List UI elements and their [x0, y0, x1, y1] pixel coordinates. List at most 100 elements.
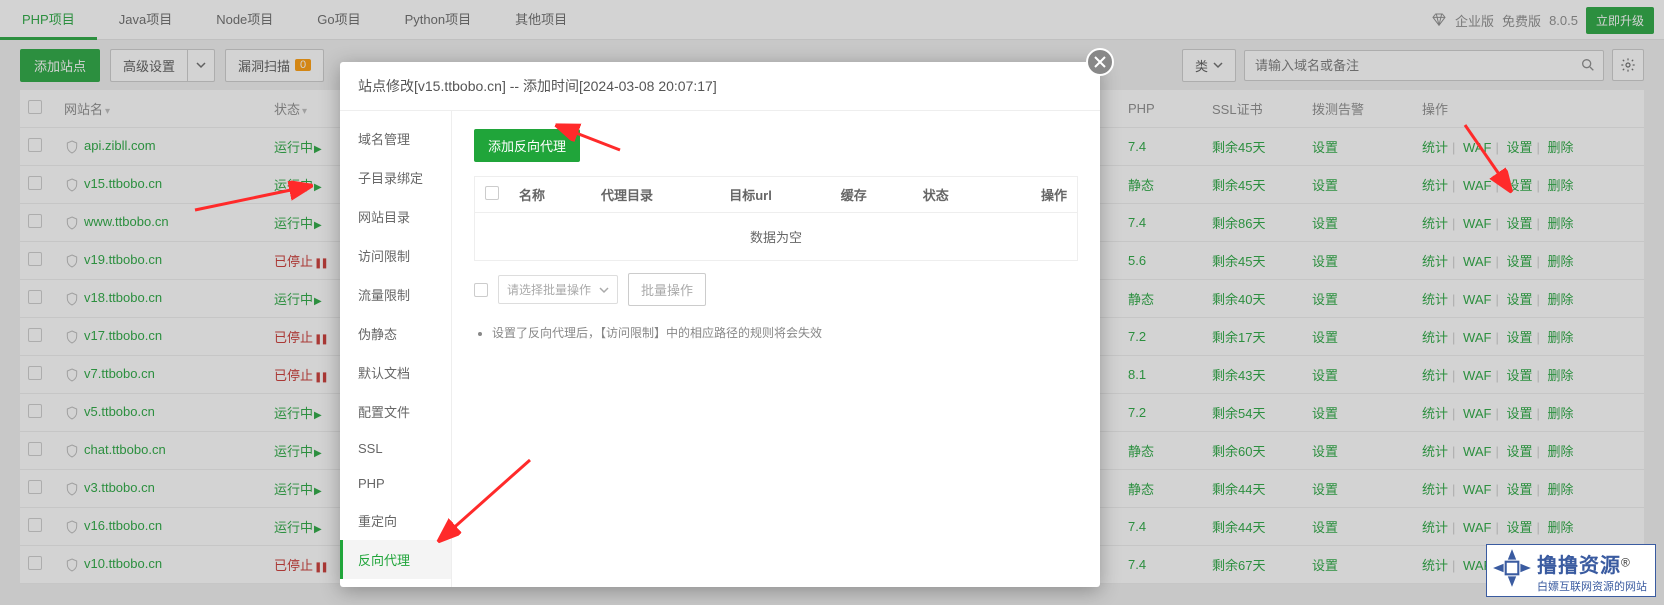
- alert-link[interactable]: 设置: [1312, 216, 1338, 231]
- add-site-button[interactable]: 添加站点: [20, 49, 100, 82]
- action-waf[interactable]: WAF: [1463, 368, 1491, 383]
- php-version-link[interactable]: 静态: [1128, 178, 1154, 193]
- status-text[interactable]: 已停止❚❚: [274, 558, 327, 573]
- action-waf[interactable]: WAF: [1463, 444, 1491, 459]
- vulnerability-scan-button[interactable]: 漏洞扫描 0: [225, 49, 324, 82]
- ssl-info-link[interactable]: 剩余40天: [1212, 292, 1265, 307]
- ssl-info-link[interactable]: 剩余44天: [1212, 520, 1265, 535]
- status-text[interactable]: 已停止❚❚: [274, 254, 327, 269]
- top-tab-1[interactable]: Java项目: [97, 0, 194, 40]
- category-filter-button[interactable]: 类: [1182, 49, 1236, 82]
- action-stat[interactable]: 统计: [1422, 520, 1448, 535]
- status-text[interactable]: 已停止❚❚: [274, 330, 327, 345]
- php-version-link[interactable]: 7.2: [1128, 405, 1146, 420]
- bulk-action-button[interactable]: 批量操作: [628, 273, 706, 306]
- upgrade-button[interactable]: 立即升级: [1586, 7, 1654, 34]
- action-stat[interactable]: 统计: [1422, 178, 1448, 193]
- status-text[interactable]: 运行中▶: [274, 216, 322, 231]
- top-tab-2[interactable]: Node项目: [194, 0, 295, 40]
- action-set[interactable]: 设置: [1506, 406, 1532, 421]
- sidebar-item-6[interactable]: 默认文档: [340, 353, 451, 392]
- settings-gear-button[interactable]: [1612, 49, 1644, 81]
- ssl-info-link[interactable]: 剩余44天: [1212, 482, 1265, 497]
- alert-link[interactable]: 设置: [1312, 368, 1338, 383]
- action-set[interactable]: 设置: [1506, 444, 1532, 459]
- top-tab-4[interactable]: Python项目: [383, 0, 493, 40]
- search-icon[interactable]: [1580, 57, 1596, 73]
- sidebar-item-2[interactable]: 网站目录: [340, 197, 451, 236]
- site-name-link[interactable]: v17.ttbobo.cn: [84, 328, 162, 343]
- php-version-link[interactable]: 7.4: [1128, 519, 1146, 534]
- alert-link[interactable]: 设置: [1312, 520, 1338, 535]
- action-set[interactable]: 设置: [1506, 520, 1532, 535]
- php-version-link[interactable]: 7.4: [1128, 557, 1146, 572]
- sidebar-item-5[interactable]: 伪静态: [340, 314, 451, 353]
- site-name-link[interactable]: v7.ttbobo.cn: [84, 366, 155, 381]
- ssl-info-link[interactable]: 剩余54天: [1212, 406, 1265, 421]
- action-del[interactable]: 删除: [1547, 178, 1573, 193]
- site-name-link[interactable]: v10.ttbobo.cn: [84, 556, 162, 571]
- action-del[interactable]: 删除: [1547, 140, 1573, 155]
- ssl-info-link[interactable]: 剩余45天: [1212, 254, 1265, 269]
- sidebar-item-7[interactable]: 配置文件: [340, 392, 451, 431]
- alert-link[interactable]: 设置: [1312, 140, 1338, 155]
- action-stat[interactable]: 统计: [1422, 406, 1448, 421]
- action-del[interactable]: 删除: [1547, 444, 1573, 459]
- row-checkbox[interactable]: [28, 480, 42, 494]
- action-del[interactable]: 删除: [1547, 216, 1573, 231]
- action-stat[interactable]: 统计: [1422, 482, 1448, 497]
- php-version-link[interactable]: 静态: [1128, 292, 1154, 307]
- row-checkbox[interactable]: [28, 328, 42, 342]
- status-text[interactable]: 运行中▶: [274, 292, 322, 307]
- advanced-dropdown-button[interactable]: [187, 49, 215, 82]
- alert-link[interactable]: 设置: [1312, 558, 1338, 573]
- action-stat[interactable]: 统计: [1422, 330, 1448, 345]
- site-name-link[interactable]: chat.ttbobo.cn: [84, 442, 166, 457]
- action-set[interactable]: 设置: [1506, 482, 1532, 497]
- bulk-checkbox[interactable]: [474, 283, 488, 297]
- action-stat[interactable]: 统计: [1422, 558, 1448, 573]
- php-version-link[interactable]: 7.4: [1128, 139, 1146, 154]
- sidebar-item-3[interactable]: 访问限制: [340, 236, 451, 275]
- ssl-info-link[interactable]: 剩余43天: [1212, 368, 1265, 383]
- action-set[interactable]: 设置: [1506, 216, 1532, 231]
- ssl-info-link[interactable]: 剩余86天: [1212, 216, 1265, 231]
- col-alert[interactable]: 拨测告警: [1304, 90, 1414, 128]
- col-name[interactable]: 网站名▾: [56, 90, 266, 128]
- alert-link[interactable]: 设置: [1312, 444, 1338, 459]
- top-tab-3[interactable]: Go项目: [295, 0, 382, 40]
- action-stat[interactable]: 统计: [1422, 292, 1448, 307]
- row-checkbox[interactable]: [28, 518, 42, 532]
- action-del[interactable]: 删除: [1547, 520, 1573, 535]
- alert-link[interactable]: 设置: [1312, 330, 1338, 345]
- close-button[interactable]: [1086, 48, 1114, 76]
- select-all-checkbox[interactable]: [28, 100, 42, 114]
- col-php[interactable]: PHP: [1120, 90, 1204, 128]
- action-del[interactable]: 删除: [1547, 330, 1573, 345]
- enterprise-label[interactable]: 企业版: [1455, 11, 1494, 30]
- action-del[interactable]: 删除: [1547, 292, 1573, 307]
- php-version-link[interactable]: 8.1: [1128, 367, 1146, 382]
- php-version-link[interactable]: 7.2: [1128, 329, 1146, 344]
- action-waf[interactable]: WAF: [1463, 254, 1491, 269]
- action-del[interactable]: 删除: [1547, 254, 1573, 269]
- action-set[interactable]: 设置: [1506, 292, 1532, 307]
- sidebar-item-0[interactable]: 域名管理: [340, 119, 451, 158]
- action-del[interactable]: 删除: [1547, 482, 1573, 497]
- action-waf[interactable]: WAF: [1463, 520, 1491, 535]
- status-text[interactable]: 已停止❚❚: [274, 368, 327, 383]
- row-checkbox[interactable]: [28, 290, 42, 304]
- action-del[interactable]: 删除: [1547, 406, 1573, 421]
- action-stat[interactable]: 统计: [1422, 216, 1448, 231]
- php-version-link[interactable]: 静态: [1128, 482, 1154, 497]
- site-name-link[interactable]: v5.ttbobo.cn: [84, 404, 155, 419]
- ssl-info-link[interactable]: 剩余67天: [1212, 558, 1265, 573]
- row-checkbox[interactable]: [28, 138, 42, 152]
- alert-link[interactable]: 设置: [1312, 254, 1338, 269]
- action-waf[interactable]: WAF: [1463, 292, 1491, 307]
- action-set[interactable]: 设置: [1506, 368, 1532, 383]
- action-waf[interactable]: WAF: [1463, 406, 1491, 421]
- alert-link[interactable]: 设置: [1312, 178, 1338, 193]
- row-checkbox[interactable]: [28, 556, 42, 570]
- col-ssl[interactable]: SSL证书: [1204, 90, 1304, 128]
